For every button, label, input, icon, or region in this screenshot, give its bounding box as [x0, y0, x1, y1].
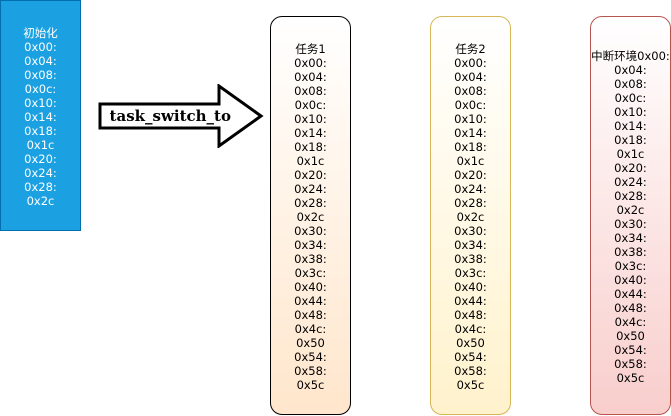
- task1-offset: 0x18:: [294, 140, 327, 154]
- task1-offset: 0x30:: [294, 224, 327, 238]
- task2-offset: 0x50: [456, 336, 485, 350]
- interrupt-context-box: 中断环境0x00: 0x04: 0x08: 0x0c: 0x10: 0x14: 0x18:…: [590, 16, 671, 415]
- interrupt-offset: 0x30:: [614, 217, 647, 231]
- task2-offset: 0x54:: [454, 350, 487, 364]
- init-offset: 0x10:: [24, 96, 57, 110]
- task2-offset: 0x4c:: [454, 322, 487, 336]
- task2-offset: 0x3c:: [454, 266, 487, 280]
- interrupt-offset: 0x24:: [614, 175, 647, 189]
- interrupt-offset: 0x48:: [614, 301, 647, 315]
- task1-offset: 0x08:: [294, 84, 327, 98]
- interrupt-context-title: 中断环境0x00:: [591, 49, 670, 63]
- init-offset: 0x08:: [24, 68, 57, 82]
- task1-offset: 0x28:: [294, 196, 327, 210]
- interrupt-offset: 0x1c: [616, 147, 645, 161]
- interrupt-offset: 0x38:: [614, 245, 647, 259]
- interrupt-offset: 0x0c:: [614, 91, 647, 105]
- interrupt-offset: 0x18:: [614, 133, 647, 147]
- task2-offset: 0x00:: [454, 56, 487, 70]
- task1-offset: 0x2c: [296, 210, 325, 224]
- task-switch-label: task_switch_to: [110, 107, 231, 125]
- task1-offset: 0x10:: [294, 112, 327, 126]
- interrupt-offset: 0x20:: [614, 161, 647, 175]
- task1-offset: 0x20:: [294, 168, 327, 182]
- init-offset: 0x14:: [24, 110, 57, 124]
- task1-offset: 0x44:: [294, 294, 327, 308]
- task2-offset: 0x38:: [454, 252, 487, 266]
- init-offset: 0x2c: [26, 194, 55, 208]
- interrupt-offset: 0x54:: [614, 343, 647, 357]
- init-offset: 0x28:: [24, 180, 57, 194]
- task1-offset: 0x34:: [294, 238, 327, 252]
- interrupt-offset: 0x5c: [616, 371, 645, 385]
- task2-offset: 0x28:: [454, 196, 487, 210]
- task2-offset: 0x34:: [454, 238, 487, 252]
- interrupt-offset: 0x2c: [616, 203, 645, 217]
- task1-offset: 0x00:: [294, 56, 327, 70]
- task1-offset: 0x0c:: [294, 98, 327, 112]
- init-offset: 0x18:: [24, 124, 57, 138]
- interrupt-offset: 0x3c:: [614, 259, 647, 273]
- interrupt-offset: 0x4c:: [614, 315, 647, 329]
- task-switch-arrow: task_switch_to: [98, 84, 264, 148]
- task2-offset: 0x1c: [456, 154, 485, 168]
- init-offset: 0x00:: [24, 40, 57, 54]
- interrupt-offset: 0x08:: [614, 77, 647, 91]
- task1-offset: 0x14:: [294, 126, 327, 140]
- task1-title: 任务1: [295, 42, 326, 56]
- task2-offset: 0x18:: [454, 140, 487, 154]
- interrupt-offset: 0x10:: [614, 105, 647, 119]
- interrupt-offset: 0x04:: [614, 63, 647, 77]
- task1-stack-box: 任务1 0x00: 0x04: 0x08: 0x0c: 0x10: 0x14: 0x18: 0…: [270, 16, 351, 415]
- init-offset: 0x20:: [24, 152, 57, 166]
- interrupt-offset: 0x50: [616, 329, 645, 343]
- init-offset: 0x0c:: [24, 82, 57, 96]
- task2-stack-box: 任务2 0x00: 0x04: 0x08: 0x0c: 0x10: 0x14: 0x18: 0…: [430, 16, 511, 415]
- interrupt-offset: 0x34:: [614, 231, 647, 245]
- task2-offset: 0x5c: [456, 378, 485, 392]
- interrupt-offset: 0x44:: [614, 287, 647, 301]
- task1-offset: 0x24:: [294, 182, 327, 196]
- task2-offset: 0x14:: [454, 126, 487, 140]
- interrupt-offset: 0x28:: [614, 189, 647, 203]
- task1-offset: 0x40:: [294, 280, 327, 294]
- interrupt-offset: 0x14:: [614, 119, 647, 133]
- task2-offset: 0x10:: [454, 112, 487, 126]
- init-offset: 0x24:: [24, 166, 57, 180]
- task1-offset: 0x54:: [294, 350, 327, 364]
- init-offset: 0x04:: [24, 54, 57, 68]
- init-context-title: 初始化: [23, 26, 58, 40]
- task1-offset: 0x4c:: [294, 322, 327, 336]
- task2-offset: 0x30:: [454, 224, 487, 238]
- init-context-box: 初始化 0x00: 0x04: 0x08: 0x0c: 0x10: 0x14: 0x18: 0…: [0, 0, 81, 231]
- task2-offset: 0x0c:: [454, 98, 487, 112]
- task1-offset: 0x5c: [296, 378, 325, 392]
- interrupt-offset: 0x58:: [614, 357, 647, 371]
- task2-offset: 0x04:: [454, 70, 487, 84]
- task2-offset: 0x2c: [456, 210, 485, 224]
- task1-offset: 0x58:: [294, 364, 327, 378]
- task2-offset: 0x40:: [454, 280, 487, 294]
- task2-offset: 0x08:: [454, 84, 487, 98]
- task2-offset: 0x48:: [454, 308, 487, 322]
- task1-offset: 0x1c: [296, 154, 325, 168]
- task1-offset: 0x38:: [294, 252, 327, 266]
- interrupt-offset: 0x40:: [614, 273, 647, 287]
- task2-title: 任务2: [455, 42, 486, 56]
- task1-offset: 0x48:: [294, 308, 327, 322]
- init-offset: 0x1c: [26, 138, 55, 152]
- task2-offset: 0x58:: [454, 364, 487, 378]
- task1-offset: 0x3c:: [294, 266, 327, 280]
- task2-offset: 0x24:: [454, 182, 487, 196]
- task1-offset: 0x04:: [294, 70, 327, 84]
- task1-offset: 0x50: [296, 336, 325, 350]
- task2-offset: 0x20:: [454, 168, 487, 182]
- task2-offset: 0x44:: [454, 294, 487, 308]
